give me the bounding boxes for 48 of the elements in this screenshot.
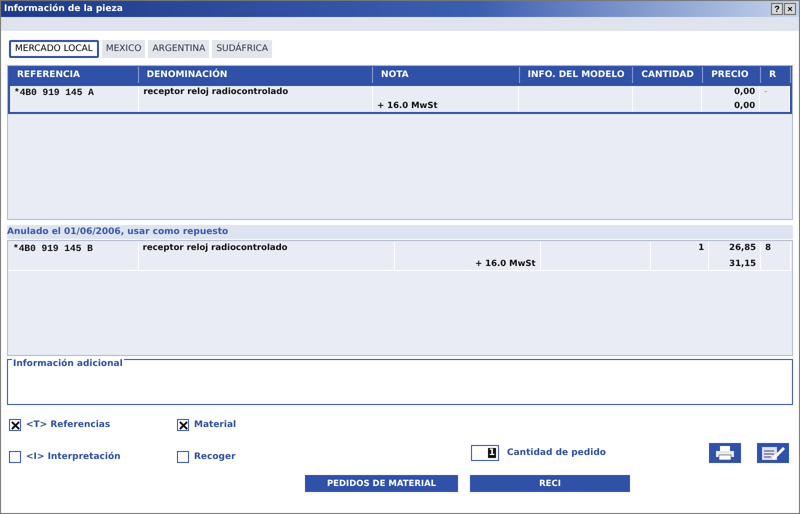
print-button[interactable] xyxy=(709,443,741,463)
checkbox[interactable] xyxy=(9,451,21,463)
column-header[interactable]: CANTIDAD xyxy=(633,67,704,83)
table-cell-text: receptor reloj radiocontrolado xyxy=(143,87,290,97)
column-header[interactable]: REFERENCIA xyxy=(9,67,139,83)
tab[interactable]: MERCADO LOCAL xyxy=(9,40,99,58)
action-button[interactable]: RECI xyxy=(470,475,630,492)
table-cell: 31,15 xyxy=(729,259,756,269)
window-title: Información de la pieza xyxy=(4,4,123,14)
column-header[interactable]: PRECIO xyxy=(703,67,762,83)
tab[interactable]: ARGENTINA xyxy=(148,40,210,58)
column-header[interactable]: INFO. DEL MODELO xyxy=(520,67,634,83)
quantity-label: Cantidad de pedido xyxy=(507,448,606,458)
checkbox[interactable] xyxy=(177,451,189,463)
column-header[interactable]: R xyxy=(761,67,791,83)
checkbox-option[interactable]: <I> Interpretación xyxy=(9,451,177,463)
table-cell: 26,85 xyxy=(729,243,756,253)
additional-info-box[interactable]: Información adicional xyxy=(7,359,793,405)
checkbox[interactable] xyxy=(177,419,189,431)
quantity-field[interactable]: 1 xyxy=(471,445,499,461)
edit-button[interactable] xyxy=(757,443,789,463)
group-label: Información adicional xyxy=(12,359,124,369)
tab[interactable]: SUDÁFRICA xyxy=(212,40,272,58)
table-cell-text: - xyxy=(764,87,768,97)
table-cell: 0,00 xyxy=(734,101,756,111)
table-row[interactable]: *4B0 919 145 A receptor reloj radiocontrolado + 16.0 MwSt 0,00 0,00 - xyxy=(8,84,792,114)
checkbox[interactable] xyxy=(9,419,21,431)
action-button[interactable]: PEDIDOS DE MATERIAL xyxy=(305,475,458,492)
table-cell: 1 xyxy=(698,243,704,253)
table-cell: 0,00 xyxy=(734,87,756,97)
tab[interactable]: MEXICO xyxy=(102,40,146,58)
table-cell-text: 8 xyxy=(765,243,772,253)
help-button[interactable]: ? xyxy=(771,3,783,15)
document-pencil-icon xyxy=(760,445,786,461)
table-cell-text: *4B0 919 145 B xyxy=(13,243,94,254)
table-row[interactable]: *4B0 919 145 B receptor reloj radiocontrolado + 16.0 MwSt 1 26,85 31,15 8 xyxy=(8,241,792,271)
printer-icon xyxy=(715,446,735,460)
table-cell: + 16.0 MwSt xyxy=(475,259,536,269)
table-cell-text: receptor reloj radiocontrolado xyxy=(142,243,289,253)
column-header[interactable]: DENOMINACIÓN xyxy=(138,67,374,83)
close-button[interactable]: × xyxy=(784,3,796,15)
table-cell-text: + 16.0 MwSt xyxy=(377,101,439,111)
table-cell-text: *4B0 919 145 A xyxy=(14,87,95,98)
section-label: Anulado el 01/06/2006, usar como repuesto xyxy=(7,227,228,237)
checkbox-option[interactable]: <T> Referencias xyxy=(9,419,177,431)
checkbox-option[interactable]: Recoger xyxy=(177,451,307,463)
checkbox-option[interactable]: Material xyxy=(177,419,307,431)
column-header[interactable]: NOTA xyxy=(373,67,520,83)
